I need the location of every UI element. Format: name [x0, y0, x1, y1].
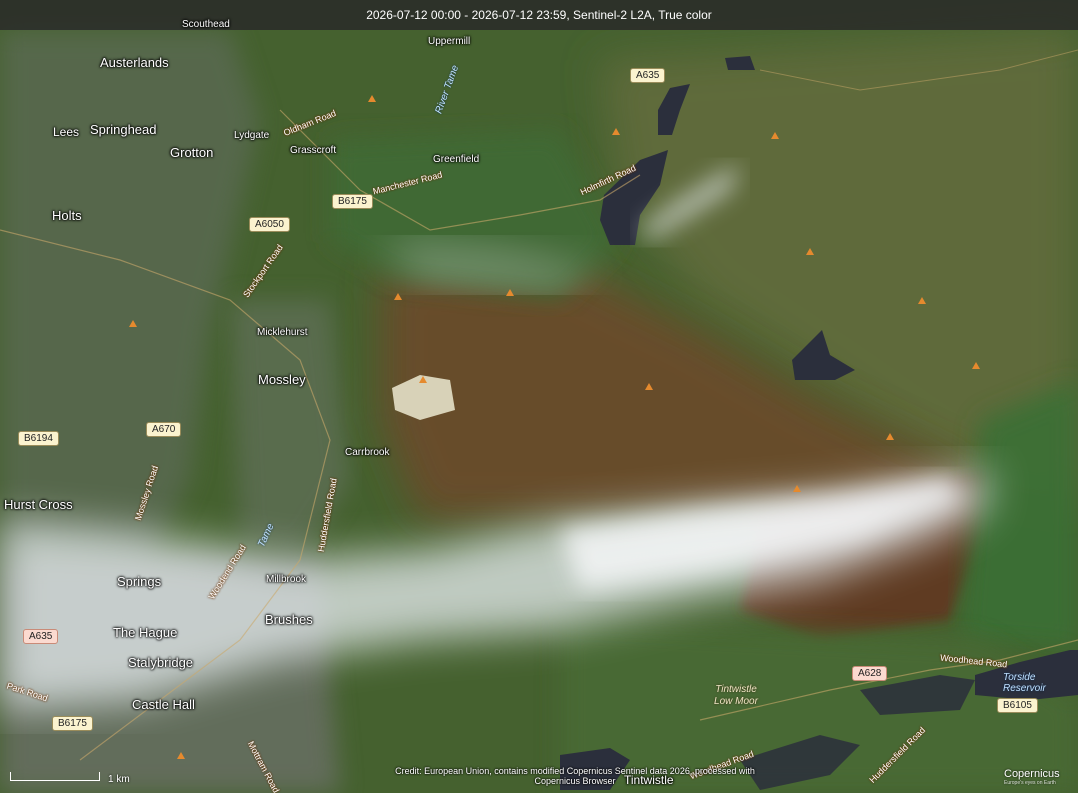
place-label: Springhead — [90, 122, 157, 137]
place-label: Mossley — [258, 372, 306, 387]
place-label: Brushes — [265, 612, 313, 627]
attribution-credit: Credit: European Union, contains modifie… — [340, 766, 810, 786]
satellite-map[interactable]: 2026-07-12 00:00 - 2026-07-12 23:59, Sen… — [0, 0, 1078, 793]
credit-line: Copernicus Browser — [534, 776, 616, 786]
peak-marker-icon[interactable] — [419, 376, 427, 383]
road-shield: B6175 — [52, 716, 93, 731]
place-label: Micklehurst — [257, 327, 308, 338]
place-label: Scouthead — [182, 19, 230, 30]
road-shield: B6194 — [18, 431, 59, 446]
moor-label: Tintwistle Low Moor — [714, 684, 758, 707]
scale-bar — [10, 772, 100, 781]
place-label: Stalybridge — [128, 655, 194, 670]
place-label: Lydgate — [234, 130, 270, 141]
place-label: Holts — [52, 208, 82, 223]
place-label: Springs — [117, 574, 162, 589]
place-label: Grasscroft — [290, 145, 337, 156]
place-label: Hurst Cross — [4, 497, 73, 512]
place-label: Uppermill — [428, 36, 471, 47]
road-shield: B6105 — [997, 698, 1038, 713]
copernicus-logo: Copernicus Europe's eyes on Earth — [1004, 768, 1060, 786]
place-label: Lees — [53, 125, 80, 139]
scale-label: 1 km — [108, 774, 130, 785]
place-label: Carrbrook — [345, 447, 390, 458]
place-label: Grotton — [170, 145, 214, 160]
credit-line: Credit: European Union, contains modifie… — [395, 766, 755, 776]
peak-marker-icon[interactable] — [612, 128, 620, 135]
road-shield: A6050 — [249, 217, 290, 232]
place-label: Millbrook — [266, 574, 307, 585]
peak-marker-icon[interactable] — [793, 485, 801, 492]
road-shield: A635 — [23, 629, 59, 644]
peak-marker-icon[interactable] — [368, 95, 376, 102]
reservoir-label: Torside Reservoir — [1003, 672, 1046, 694]
map-title-bar: 2026-07-12 00:00 - 2026-07-12 23:59, Sen… — [0, 0, 1078, 30]
road-shield: A628 — [852, 666, 888, 681]
map-imagery — [0, 0, 1078, 793]
logo-tagline: Europe's eyes on Earth — [1004, 780, 1056, 786]
peak-marker-icon[interactable] — [177, 752, 185, 759]
road-shield: A635 — [630, 68, 666, 83]
place-label: Austerlands — [100, 55, 169, 70]
place-label: Castle Hall — [132, 697, 195, 712]
place-label: Greenfield — [433, 154, 480, 165]
road-shield: A670 — [146, 422, 182, 437]
peak-marker-icon[interactable] — [645, 383, 653, 390]
peak-marker-icon[interactable] — [886, 433, 894, 440]
peak-marker-icon[interactable] — [129, 320, 137, 327]
place-label: The Hague — [113, 625, 178, 640]
peak-marker-icon[interactable] — [806, 248, 814, 255]
logo-name: Copernicus — [1004, 768, 1060, 780]
peak-marker-icon[interactable] — [506, 289, 514, 296]
road-shield: B6175 — [332, 194, 373, 209]
reservoir-greenfield — [725, 56, 755, 70]
peak-marker-icon[interactable] — [394, 293, 402, 300]
peak-marker-icon[interactable] — [771, 132, 779, 139]
peak-marker-icon[interactable] — [918, 297, 926, 304]
peak-marker-icon[interactable] — [972, 362, 980, 369]
